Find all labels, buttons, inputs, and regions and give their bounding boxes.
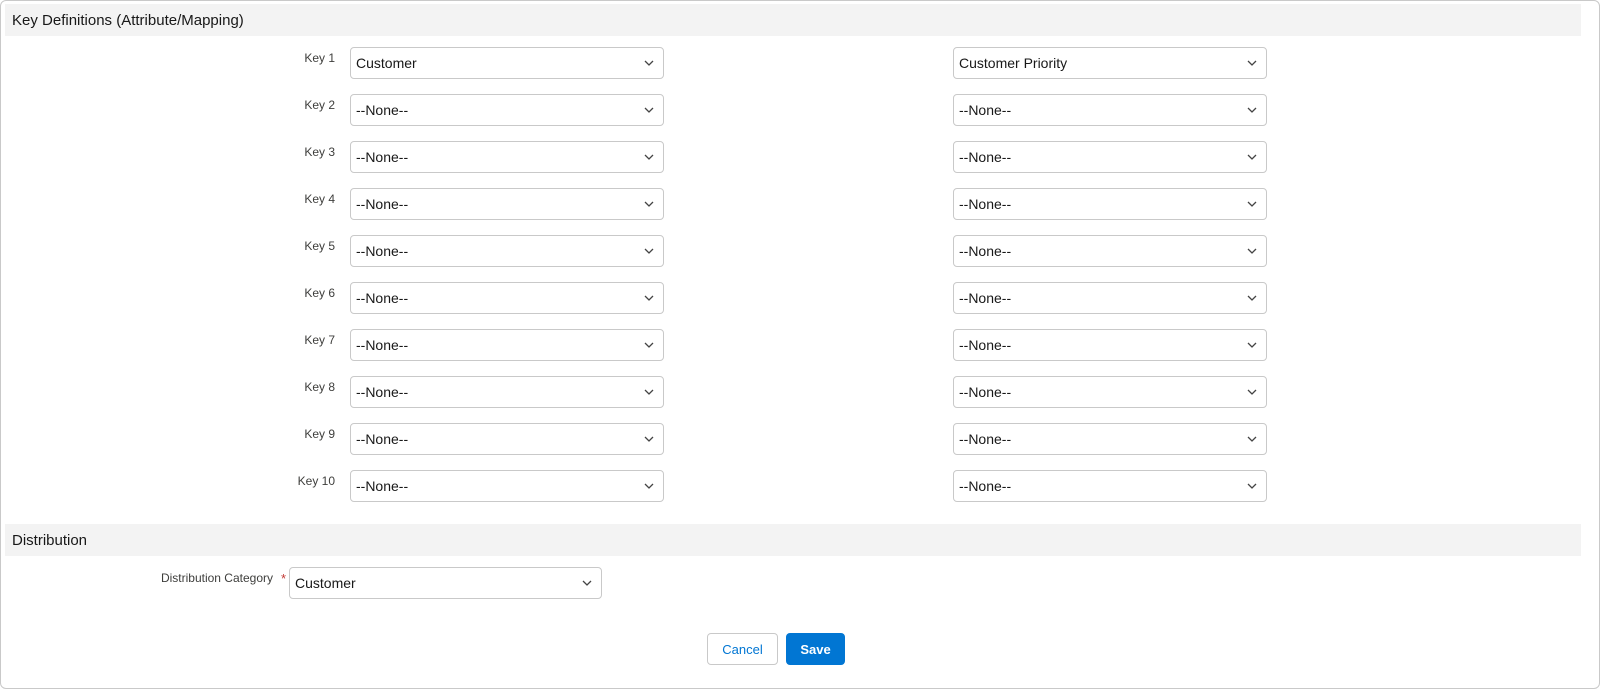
cancel-button[interactable]: Cancel: [707, 633, 778, 665]
chevron-down-icon: [1246, 198, 1258, 210]
key-mapping-select[interactable]: --None--: [953, 470, 1267, 502]
key-attribute-value: --None--: [356, 196, 409, 212]
key-label: Key 8: [304, 380, 335, 394]
key-attribute-value: --None--: [356, 149, 409, 165]
chevron-down-icon: [1246, 433, 1258, 445]
key-attribute-value: --None--: [356, 337, 409, 353]
key-attribute-select[interactable]: --None--: [350, 235, 664, 267]
chevron-down-icon: [1246, 104, 1258, 116]
chevron-down-icon: [643, 480, 655, 492]
key-mapping-select[interactable]: --None--: [953, 235, 1267, 267]
key-label: Key 9: [304, 427, 335, 441]
key-attribute-value: --None--: [356, 243, 409, 259]
distribution-category-select[interactable]: Customer: [289, 567, 602, 599]
key-label: Key 3: [304, 145, 335, 159]
key-attribute-value: Customer: [356, 55, 417, 71]
chevron-down-icon: [643, 339, 655, 351]
key-label: Key 1: [304, 51, 335, 65]
required-marker: *: [281, 571, 287, 586]
key-attribute-value: --None--: [356, 478, 409, 494]
key-label: Key 4: [304, 192, 335, 206]
key-attribute-value: --None--: [356, 290, 409, 306]
chevron-down-icon: [643, 245, 655, 257]
key-label: Key 6: [304, 286, 335, 300]
chevron-down-icon: [1246, 57, 1258, 69]
key-attribute-select[interactable]: --None--: [350, 94, 664, 126]
key-label: Key 10: [297, 474, 335, 488]
distribution-category-label: Distribution Category: [160, 571, 273, 585]
key-attribute-select[interactable]: --None--: [350, 470, 664, 502]
chevron-down-icon: [643, 386, 655, 398]
chevron-down-icon: [1246, 480, 1258, 492]
key-mapping-value: Customer Priority: [959, 55, 1068, 71]
key-mapping-value: --None--: [959, 431, 1012, 447]
key-definitions-form: Key Definitions (Attribute/Mapping) Key …: [0, 0, 1600, 689]
key-attribute-select[interactable]: Customer: [350, 47, 664, 79]
key-mapping-value: --None--: [959, 384, 1012, 400]
chevron-down-icon: [643, 151, 655, 163]
key-attribute-select[interactable]: --None--: [350, 423, 664, 455]
key-mapping-value: --None--: [959, 149, 1012, 165]
key-mapping-value: --None--: [959, 337, 1012, 353]
chevron-down-icon: [643, 292, 655, 304]
chevron-down-icon: [1246, 151, 1258, 163]
key-mapping-value: --None--: [959, 243, 1012, 259]
distribution-category-value: Customer: [295, 575, 356, 591]
key-mapping-select[interactable]: --None--: [953, 376, 1267, 408]
chevron-down-icon: [643, 198, 655, 210]
key-mapping-value: --None--: [959, 196, 1012, 212]
section-title-key-definitions: Key Definitions (Attribute/Mapping): [12, 11, 244, 29]
key-mapping-select[interactable]: Customer Priority: [953, 47, 1267, 79]
key-label: Key 5: [304, 239, 335, 253]
chevron-down-icon: [643, 57, 655, 69]
section-header-distribution: Distribution: [5, 524, 1581, 556]
chevron-down-icon: [1246, 245, 1258, 257]
section-header-key-definitions: Key Definitions (Attribute/Mapping): [5, 4, 1581, 36]
key-mapping-select[interactable]: --None--: [953, 282, 1267, 314]
chevron-down-icon: [1246, 386, 1258, 398]
key-mapping-value: --None--: [959, 290, 1012, 306]
key-attribute-select[interactable]: --None--: [350, 282, 664, 314]
chevron-down-icon: [643, 104, 655, 116]
key-mapping-select[interactable]: --None--: [953, 188, 1267, 220]
key-label: Key 7: [304, 333, 335, 347]
key-attribute-value: --None--: [356, 431, 409, 447]
chevron-down-icon: [1246, 339, 1258, 351]
key-attribute-value: --None--: [356, 102, 409, 118]
chevron-down-icon: [1246, 292, 1258, 304]
section-title-distribution: Distribution: [12, 531, 88, 549]
key-attribute-select[interactable]: --None--: [350, 188, 664, 220]
key-mapping-select[interactable]: --None--: [953, 94, 1267, 126]
key-mapping-select[interactable]: --None--: [953, 423, 1267, 455]
key-attribute-select[interactable]: --None--: [350, 329, 664, 361]
save-button[interactable]: Save: [786, 633, 845, 665]
chevron-down-icon: [643, 433, 655, 445]
key-mapping-value: --None--: [959, 478, 1012, 494]
key-mapping-select[interactable]: --None--: [953, 141, 1267, 173]
key-attribute-value: --None--: [356, 384, 409, 400]
key-label: Key 2: [304, 98, 335, 112]
key-attribute-select[interactable]: --None--: [350, 376, 664, 408]
key-mapping-value: --None--: [959, 102, 1012, 118]
chevron-down-icon: [581, 577, 593, 589]
key-attribute-select[interactable]: --None--: [350, 141, 664, 173]
key-mapping-select[interactable]: --None--: [953, 329, 1267, 361]
